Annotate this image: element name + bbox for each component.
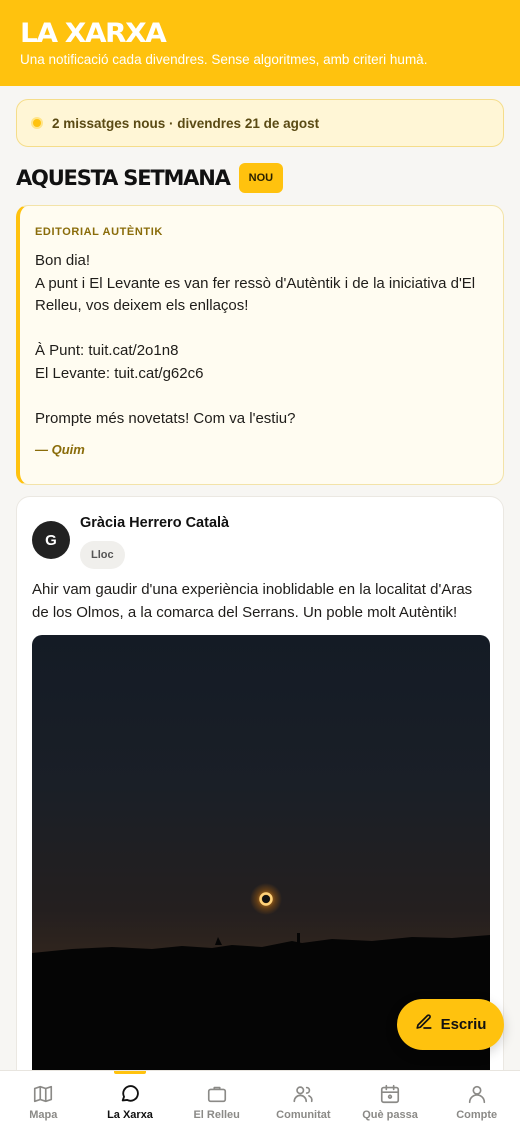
tab-el-relleu[interactable]: El Relleu	[173, 1071, 260, 1126]
tab-la-xarxa[interactable]: La Xarxa	[87, 1071, 174, 1126]
editorial-signature: — Quim	[35, 442, 85, 457]
editorial-label: EDITORIAL AUTÈNTIK	[35, 226, 163, 238]
app-title: LA XARXA	[20, 17, 167, 49]
section-header: AQUESTA SETMANA NOU	[16, 163, 284, 193]
pencil-icon	[415, 1013, 433, 1036]
new-messages-notice[interactable]: 2 missatges nous · divendres 21 de agost	[16, 99, 504, 147]
calendar-icon	[380, 1084, 400, 1104]
app-subtitle: Una notificació cada divendres. Sense al…	[20, 52, 428, 67]
tab-label: Què passa	[362, 1109, 418, 1121]
editorial-link-levante[interactable]: El Levante: tuit.cat/g62c6	[35, 363, 489, 386]
people-icon	[293, 1086, 314, 1103]
app-header: LA XARXA Una notificació cada divendres.…	[0, 0, 520, 86]
tab-label: El Relleu	[193, 1109, 240, 1121]
new-badge: NOU	[238, 163, 284, 193]
tab-compte[interactable]: Compte	[433, 1071, 520, 1126]
tab-comunitat[interactable]: Comunitat	[260, 1071, 347, 1126]
editorial-line	[35, 385, 489, 408]
editorial-line: A punt i El Levante es van fer ressò d'A…	[35, 274, 476, 292]
user-icon	[468, 1085, 485, 1104]
status-dot-icon	[31, 117, 43, 129]
bottom-tab-bar: Mapa La Xarxa El Relleu Comunitat Què pa…	[0, 1070, 520, 1126]
active-tab-indicator	[114, 1071, 146, 1074]
map-icon	[34, 1085, 53, 1103]
editorial-card: EDITORIAL AUTÈNTIK Bon dia! A punt i El …	[16, 205, 504, 485]
tab-label: Mapa	[29, 1109, 58, 1121]
post-author[interactable]: Gràcia Herrero Català	[80, 515, 229, 531]
post-photo[interactable]	[32, 635, 490, 1126]
editorial-link-apunt[interactable]: À Punt: tuit.cat/2o1n8	[35, 340, 489, 363]
eclipse-photo-illustration	[32, 883, 490, 1126]
post-tag[interactable]: Lloc	[80, 541, 125, 569]
editorial-line: Bon dia!	[35, 252, 91, 269]
tab-label: La Xarxa	[107, 1109, 153, 1121]
editorial-line: Relleu, vos deixem els enllaços!	[35, 297, 249, 314]
post-body: Ahir vam gaudir d'una experiència inobli…	[32, 581, 473, 621]
notice-text: 2 missatges nous · divendres 21 de agost	[52, 115, 320, 131]
tab-label: Compte	[456, 1109, 498, 1121]
tab-que-passa[interactable]: Què passa	[347, 1071, 434, 1126]
briefcase-icon	[207, 1086, 226, 1103]
editorial-line: Prompte més novetats! Com va l'estiu?	[35, 409, 296, 427]
tab-label: Comunitat	[276, 1109, 331, 1121]
avatar[interactable]: G	[32, 521, 70, 559]
tab-mapa[interactable]: Mapa	[0, 1071, 87, 1126]
editorial-line	[35, 318, 489, 341]
section-title: AQUESTA SETMANA	[16, 166, 231, 190]
chat-bubble-icon	[121, 1085, 139, 1102]
write-button-label: Escriu	[440, 1016, 487, 1033]
write-button[interactable]: Escriu	[397, 999, 504, 1050]
